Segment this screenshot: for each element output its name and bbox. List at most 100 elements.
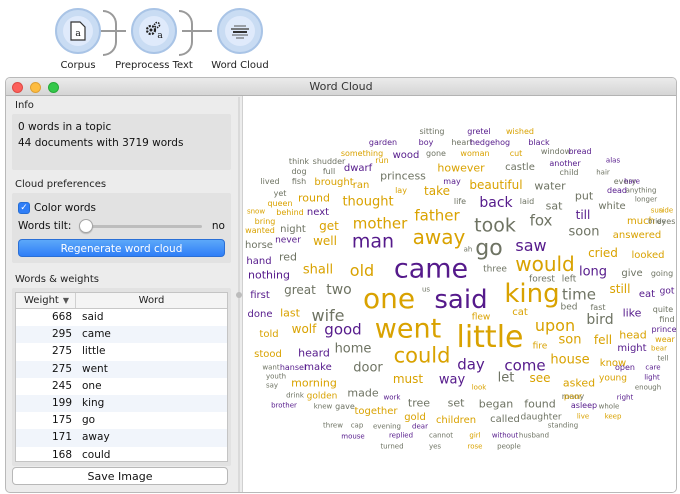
cloud-word[interactable]: till <box>576 209 591 221</box>
cloud-word[interactable]: people <box>497 443 521 451</box>
cloud-word[interactable]: night <box>280 225 306 235</box>
slider-knob[interactable] <box>79 218 94 233</box>
cloud-word[interactable]: look <box>472 384 487 392</box>
cloud-word[interactable]: another <box>549 160 580 168</box>
cloud-word[interactable]: old <box>350 263 374 279</box>
cloud-word[interactable]: woman <box>460 150 489 158</box>
cloud-word[interactable]: tree <box>408 398 430 409</box>
cloud-word[interactable]: black <box>528 139 549 147</box>
weight-column-header[interactable]: Weight ▼ <box>16 293 76 308</box>
cloud-word[interactable]: hair <box>596 169 610 177</box>
cloud-word[interactable]: king <box>504 281 559 307</box>
cloud-word[interactable]: never <box>275 236 301 246</box>
table-row[interactable]: 171 away <box>16 429 227 447</box>
cloud-word[interactable]: cat <box>512 308 528 318</box>
cloud-word[interactable]: run <box>375 157 388 165</box>
cloud-word[interactable]: going <box>651 270 673 278</box>
minimize-button[interactable] <box>30 82 41 93</box>
cloud-word[interactable]: nothing <box>248 270 290 281</box>
table-row[interactable]: 245 one <box>16 378 227 395</box>
workflow-node-word-cloud[interactable]: Word Cloud <box>190 8 290 71</box>
cloud-word[interactable]: red <box>279 252 297 263</box>
cloud-word[interactable]: bird <box>586 313 613 327</box>
cloud-word[interactable]: bride <box>648 218 666 226</box>
cloud-word[interactable]: full <box>323 168 335 176</box>
cloud-word[interactable]: poor <box>564 393 582 401</box>
table-row[interactable]: 275 little <box>16 343 227 360</box>
cloud-word[interactable]: soon <box>569 226 600 239</box>
cloud-word[interactable]: mother <box>353 216 408 232</box>
cloud-word[interactable]: hand <box>246 257 271 267</box>
table-row[interactable]: 668 said <box>16 309 227 326</box>
table-row[interactable]: 295 came <box>16 326 227 344</box>
cloud-word[interactable]: first <box>250 291 270 301</box>
cloud-word[interactable]: snow <box>247 208 265 216</box>
cloud-word[interactable]: light <box>644 374 660 382</box>
cloud-word[interactable]: laid <box>520 198 534 206</box>
cloud-word[interactable]: man <box>352 232 394 252</box>
cloud-word[interactable]: open <box>615 364 635 372</box>
cloud-word[interactable]: garden <box>369 139 397 147</box>
word-column-header[interactable]: Word <box>76 293 227 308</box>
cloud-word[interactable]: drink <box>286 392 304 400</box>
cloud-word[interactable]: tell <box>658 355 669 363</box>
cloud-word[interactable]: rose <box>468 443 483 451</box>
cloud-word[interactable]: hansel <box>280 364 306 372</box>
cloud-word[interactable]: without <box>492 432 518 440</box>
cloud-word[interactable]: one <box>363 285 415 313</box>
cloud-word[interactable]: quite <box>653 306 673 314</box>
cloud-word[interactable]: round <box>298 193 330 204</box>
cloud-word[interactable]: two <box>326 283 352 297</box>
cloud-word[interactable]: fish <box>292 178 306 186</box>
zoom-button[interactable] <box>48 82 59 93</box>
cloud-word[interactable]: like <box>623 308 642 319</box>
cloud-word[interactable]: white <box>598 202 625 212</box>
cloud-word[interactable]: came <box>394 256 468 283</box>
cloud-word[interactable]: young <box>599 374 627 384</box>
cloud-word[interactable]: care <box>645 364 660 372</box>
close-button[interactable] <box>12 82 23 93</box>
cloud-word[interactable]: wanted <box>245 227 275 235</box>
cloud-word[interactable]: cried <box>588 247 618 259</box>
cloud-word[interactable]: threw <box>323 422 343 430</box>
cloud-word[interactable]: evening <box>373 423 401 431</box>
cloud-word[interactable]: dwarf <box>344 164 372 174</box>
cloud-word[interactable]: see <box>529 372 550 384</box>
cloud-word[interactable]: might <box>617 344 646 354</box>
cloud-word[interactable]: sun <box>651 207 664 215</box>
table-row[interactable]: 199 king <box>16 394 227 413</box>
cloud-word[interactable]: time <box>562 287 596 303</box>
cloud-word[interactable]: bear <box>651 345 667 353</box>
cloud-word[interactable]: stood <box>254 350 282 360</box>
table-row[interactable]: 275 went <box>16 360 227 378</box>
cloud-word[interactable]: whole <box>599 403 620 411</box>
cloud-word[interactable]: enough <box>635 384 661 392</box>
cloud-word[interactable]: wolf <box>292 323 317 335</box>
node-circle[interactable] <box>217 8 263 54</box>
cloud-word[interactable]: go <box>475 238 502 260</box>
cloud-word[interactable]: knew <box>314 403 333 411</box>
cloud-word[interactable]: house <box>550 354 589 367</box>
cloud-word[interactable]: wished <box>506 128 534 136</box>
cloud-word[interactable]: called <box>490 415 520 425</box>
cloud-word[interactable]: gone <box>426 150 446 158</box>
cloud-word[interactable]: bring <box>255 218 276 226</box>
cloud-word[interactable]: would <box>515 254 575 274</box>
cloud-word[interactable]: three <box>483 265 507 275</box>
cloud-word[interactable]: fast <box>590 304 605 312</box>
cloud-word[interactable]: lay <box>395 187 407 195</box>
cloud-word[interactable]: us <box>422 286 430 294</box>
cloud-word[interactable]: still <box>610 283 631 295</box>
cloud-word[interactable]: golden <box>307 392 338 402</box>
cloud-word[interactable]: asleep <box>571 402 597 410</box>
cloud-word[interactable]: boy <box>419 139 434 147</box>
cloud-word[interactable]: ran <box>353 181 370 191</box>
cloud-word[interactable]: youth <box>266 373 286 381</box>
cloud-word[interactable]: told <box>259 330 278 340</box>
table-row[interactable]: 175 go <box>16 412 227 429</box>
cloud-word[interactable]: dear <box>412 423 428 431</box>
cloud-word[interactable]: take <box>424 185 450 197</box>
cloud-word[interactable]: horse <box>245 241 273 251</box>
cloud-word[interactable]: wear <box>655 336 675 344</box>
workflow-node-preprocess-text[interactable]: a Preprocess Text <box>104 8 204 71</box>
